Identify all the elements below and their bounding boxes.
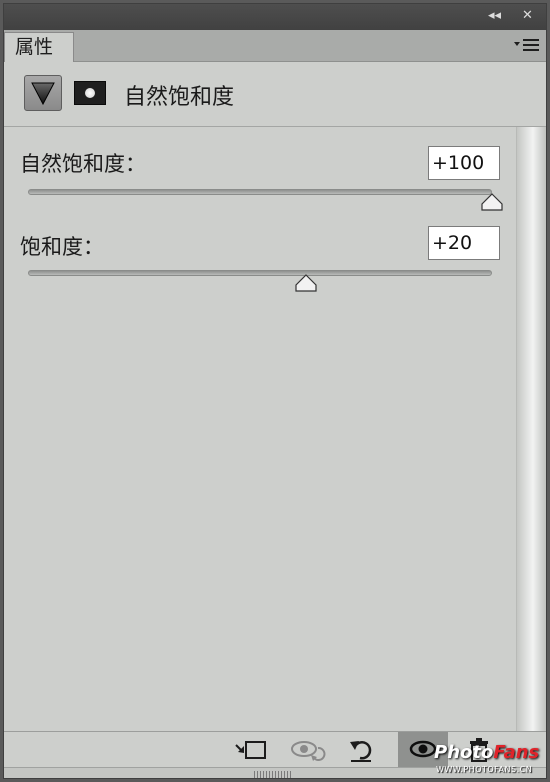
panel-tab-row: 属性: [4, 30, 546, 62]
saturation-label: 饱和度：: [20, 235, 104, 259]
adjustment-header: 自然饱和度: [4, 62, 546, 127]
clip-to-layer-icon[interactable]: [232, 736, 268, 764]
watermark-logo: PhotoFans: [434, 742, 540, 763]
photofans-watermark: PhotoFans WWW.PHOTOFANS.CN: [434, 742, 546, 778]
close-panel-button[interactable]: ✕: [522, 8, 533, 24]
vibrance-value-input[interactable]: +100: [428, 146, 500, 180]
properties-panel: ◂◂ ✕ 属性 自然饱和度 自然饱和度： +100 饱和度： +20: [3, 3, 547, 779]
saturation-value-input[interactable]: +20: [428, 226, 500, 260]
saturation-slider-thumb[interactable]: [295, 274, 317, 292]
vibrance-triangle-icon[interactable]: [24, 75, 62, 111]
collapse-panel-button[interactable]: ◂◂: [488, 8, 501, 24]
adjustment-title: 自然饱和度: [124, 85, 235, 110]
view-previous-state-icon[interactable]: [288, 736, 328, 764]
resize-grip: [254, 771, 292, 778]
saturation-slider-track[interactable]: [28, 270, 492, 276]
vibrance-slider-track[interactable]: [28, 189, 492, 195]
vibrance-label: 自然饱和度：: [20, 152, 146, 176]
panel-menu-icon[interactable]: [514, 38, 540, 52]
vibrance-slider-thumb[interactable]: [481, 193, 503, 211]
panel-titlebar: ◂◂ ✕: [4, 4, 546, 30]
tab-properties[interactable]: 属性: [4, 32, 74, 62]
adjustment-controls: 自然饱和度： +100 饱和度： +20: [4, 127, 514, 731]
layer-mask-icon[interactable]: [74, 81, 106, 105]
watermark-url: WWW.PHOTOFANS.CN: [436, 765, 533, 774]
panel-scrollbar[interactable]: [516, 127, 546, 731]
reset-icon[interactable]: [346, 736, 378, 764]
